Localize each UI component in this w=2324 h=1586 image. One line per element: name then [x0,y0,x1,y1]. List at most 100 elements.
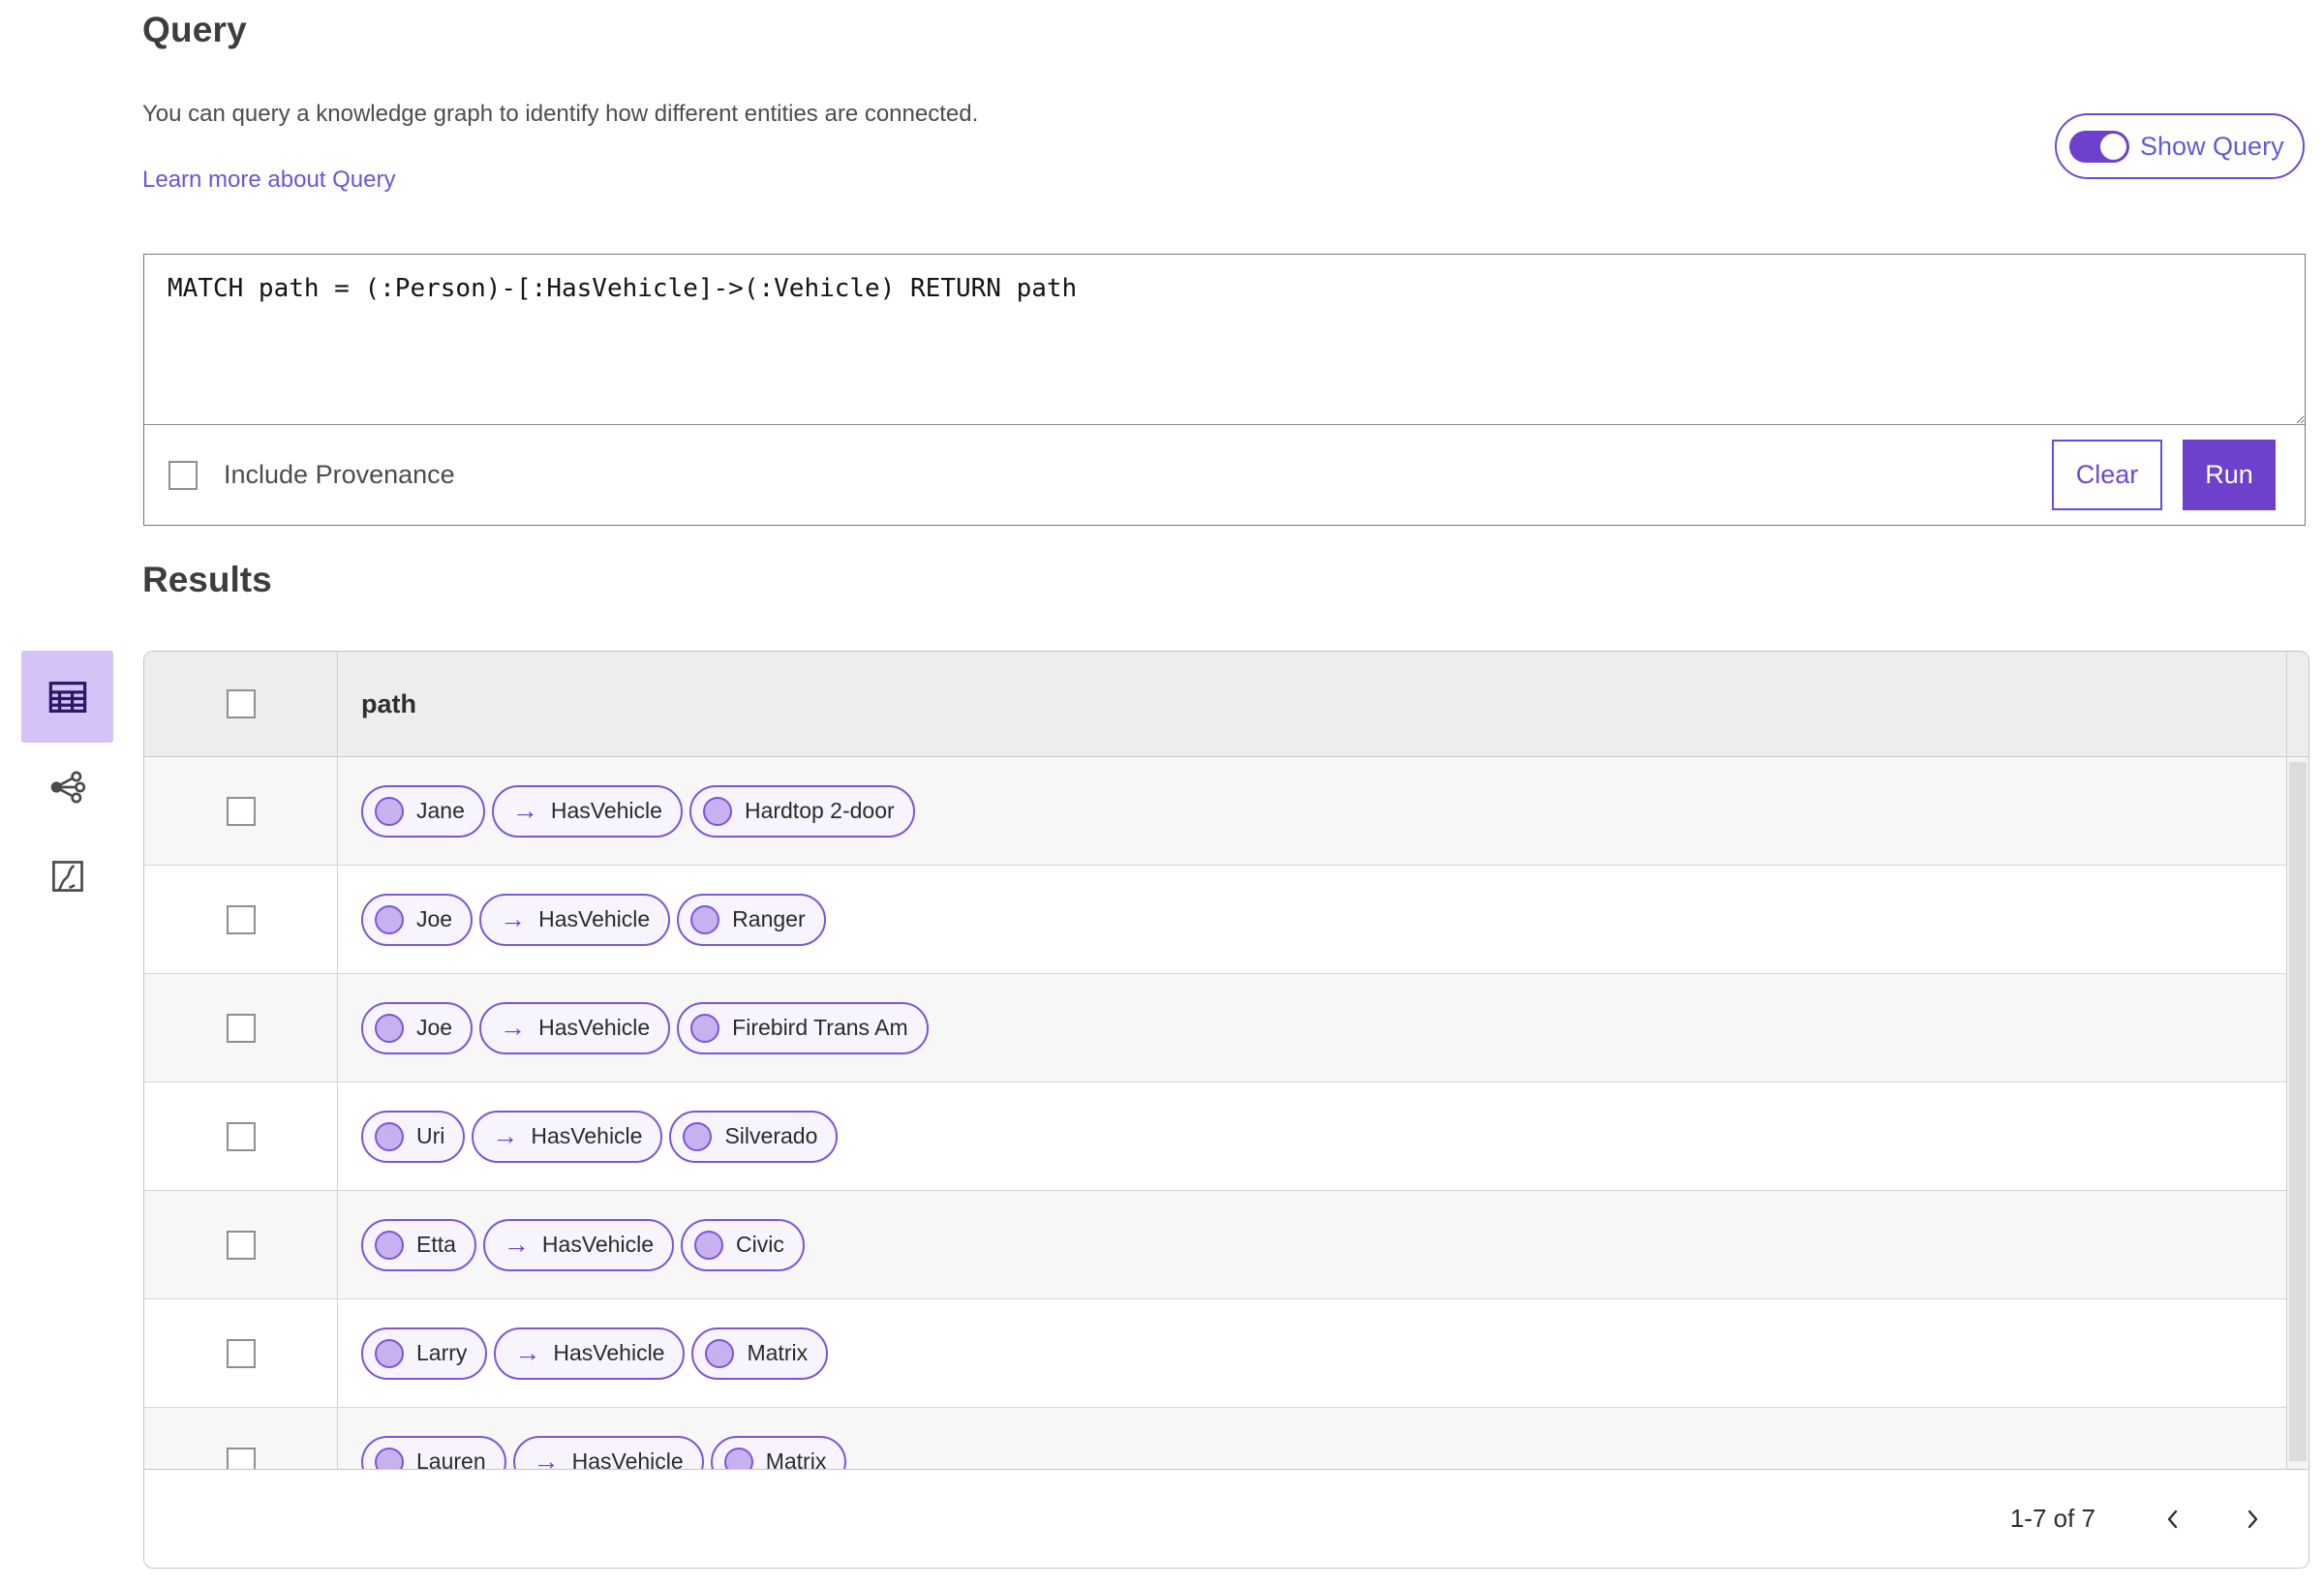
entity-node-icon [683,1121,713,1151]
row-checkbox[interactable] [226,1230,256,1260]
row-checkbox-cell [144,1299,338,1407]
entity-node-icon [690,904,720,934]
relationship-pill[interactable]: → HasVehicle [479,893,671,946]
entity-node-icon [690,1013,720,1043]
row-checkbox[interactable] [226,796,256,826]
row-checkbox[interactable] [226,1013,256,1043]
select-all-cell [144,652,338,756]
entity-pill[interactable]: Etta [361,1218,476,1271]
entity-label: Civic [736,1232,784,1257]
learn-more-link[interactable]: Learn more about Query [142,167,395,194]
path-cell: Larry → HasVehicle Matrix [338,1299,2309,1407]
relationship-pill[interactable]: → HasVehicle [472,1110,663,1163]
table-row: Etta → HasVehicle Civic [144,1191,2309,1299]
table-scrollbar[interactable] [2286,652,2309,1469]
table-row: Joe → HasVehicle Firebird Trans Am [144,974,2309,1083]
page-range-label: 1-7 of 7 [2009,1504,2095,1533]
entity-pill[interactable]: Matrix [691,1327,829,1380]
map-icon [51,861,83,892]
entity-label: Larry [416,1340,468,1365]
row-checkbox-cell [144,757,338,865]
entity-label: Joe [416,1015,453,1040]
entity-pill[interactable]: Larry [361,1327,488,1380]
entity-pill[interactable]: Civic [681,1218,805,1271]
entity-label: Jane [416,798,465,823]
entity-label: Firebird Trans Am [732,1015,908,1040]
table-row: Jane → HasVehicle Hardtop 2-door [144,757,2309,866]
entity-node-icon [705,1338,735,1368]
row-checkbox-cell [144,974,338,1082]
table-row: Uri → HasVehicle Silverado [144,1083,2309,1191]
entity-label: Ranger [732,906,806,931]
run-button[interactable]: Run [2183,440,2276,510]
query-input[interactable]: MATCH path = (:Person)-[:HasVehicle]->(:… [144,255,2305,425]
entity-node-icon [375,904,404,934]
link-chart-icon [50,771,85,804]
path-cell: Joe → HasVehicle Firebird Trans Am [338,974,2309,1082]
relationship-arrow-icon: → [511,796,538,825]
toggle-switch-icon[interactable] [2069,130,2129,163]
row-checkbox-cell [144,1083,338,1190]
row-checkbox[interactable] [226,904,256,934]
page-description: You can query a knowledge graph to ident… [142,101,979,127]
next-page-button[interactable] [2235,1502,2270,1537]
entity-pill[interactable]: Hardtop 2-door [688,784,915,838]
entity-label: Joe [416,906,453,931]
query-panel: MATCH path = (:Person)-[:HasVehicle]->(:… [143,254,2306,526]
relationship-label: HasVehicle [541,1232,654,1257]
entity-node-icon [375,1013,404,1043]
table-row: Joe → HasVehicle Ranger [144,866,2309,974]
entity-pill[interactable]: Jane [361,784,485,838]
entity-pill[interactable]: Firebird Trans Am [677,1001,929,1054]
entity-label: Silverado [724,1123,818,1148]
pagination-bar: 1-7 of 7 [144,1469,2309,1568]
relationship-arrow-icon: → [500,904,527,933]
row-checkbox[interactable] [226,1121,256,1151]
relationship-arrow-icon: → [514,1338,541,1367]
include-provenance-checkbox[interactable] [168,460,198,490]
entity-node-icon [375,1230,404,1260]
relationship-arrow-icon: → [503,1230,530,1259]
entity-pill[interactable]: Joe [361,893,474,946]
entity-label: Hardtop 2-door [744,798,895,823]
path-cell: Uri → HasVehicle Silverado [338,1083,2309,1190]
toggle-knob [2100,133,2126,160]
table-body: Jane → HasVehicle Hardtop 2-door Joe → H… [144,757,2309,1516]
relationship-pill[interactable]: → HasVehicle [494,1327,686,1380]
relationship-label: HasVehicle [550,798,662,823]
chevron-left-icon [2167,1510,2178,1528]
link-chart-view-button[interactable] [21,743,113,832]
entity-node-icon [694,1230,723,1260]
path-cell: Joe → HasVehicle Ranger [338,866,2309,973]
map-view-button[interactable] [21,832,113,921]
entity-node-icon [375,1338,404,1368]
relationship-pill[interactable]: → HasVehicle [479,1001,671,1054]
entity-label: Etta [416,1232,456,1257]
entity-label: Matrix [747,1340,809,1365]
entity-pill[interactable]: Silverado [669,1110,839,1163]
show-query-label: Show Query [2140,131,2284,161]
prev-page-button[interactable] [2156,1502,2190,1537]
relationship-label: HasVehicle [531,1123,643,1148]
row-checkbox-cell [144,1191,338,1298]
relationship-label: HasVehicle [553,1340,665,1365]
relationship-pill[interactable]: → HasVehicle [491,784,683,838]
clear-button[interactable]: Clear [2052,440,2162,510]
row-checkbox[interactable] [226,1338,256,1368]
entity-label: Uri [416,1123,445,1148]
table-view-button[interactable] [21,651,113,743]
table-icon [48,681,86,713]
relationship-label: HasVehicle [538,906,651,931]
path-column-header: path [361,688,416,718]
relationship-pill[interactable]: → HasVehicle [482,1218,674,1271]
entity-pill[interactable]: Joe [361,1001,474,1054]
show-query-toggle[interactable]: Show Query [2055,113,2305,179]
entity-pill[interactable]: Uri [361,1110,466,1163]
entity-node-icon [702,796,732,826]
scrollbar-thumb[interactable] [2289,762,2307,1461]
results-title: Results [142,560,272,599]
select-all-checkbox[interactable] [226,689,256,718]
entity-pill[interactable]: Ranger [677,893,826,946]
results-table: path Jane → HasVehicle Hardtop 2-door Jo… [143,651,2309,1569]
entity-node-icon [375,1121,404,1151]
